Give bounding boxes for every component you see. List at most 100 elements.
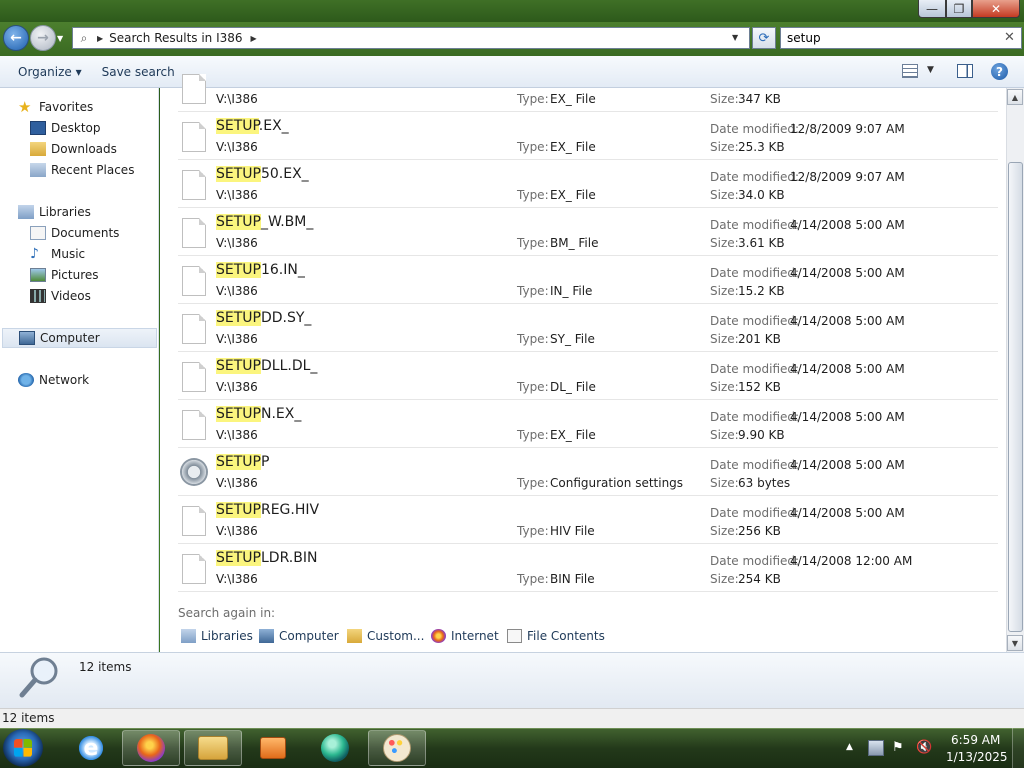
search-again-file-contents[interactable]: File Contents [507,627,605,645]
sidebar-item-libraries[interactable]: Libraries [18,202,91,222]
volume-muted-icon[interactable]: 🔇 [916,740,932,756]
music-icon: ♪ [30,246,39,262]
file-name: SETUPREG.HIV [216,502,320,518]
title-bar [0,0,1024,22]
address-dropdown-icon[interactable]: ▼ [732,33,738,42]
taskbar-firefox[interactable] [122,730,180,766]
size-label: Size: [710,284,739,298]
show-desktop-button[interactable] [1012,728,1024,768]
type-label: Type: [517,476,549,490]
sidebar-item-network[interactable]: Network [18,370,89,390]
recent-pages-dropdown[interactable]: ▼ [57,34,63,43]
file-path: V:\I386 [216,524,258,538]
search-input[interactable] [787,31,997,45]
taskbar-paint[interactable] [368,730,426,766]
file-name: SETUPLDR.BIN [216,550,318,566]
search-again-internet[interactable]: Internet [431,627,499,645]
type-label: Type: [517,332,549,346]
network-icon [18,373,34,387]
sidebar-item-computer[interactable]: Computer [2,328,157,348]
start-button[interactable] [3,729,43,767]
file-type: EX_ File [550,140,596,154]
type-label: Type: [517,236,549,250]
date-label: Date modified: [710,506,800,520]
taskbar-media-player[interactable] [244,730,302,766]
list-item[interactable]: V:\I386 Type: EX_ File Size: 347 KB [178,64,998,112]
type-label: Type: [517,188,549,202]
date-modified: 4/14/2008 12:00 AM [790,554,913,568]
sidebar-item-recent-places[interactable]: Recent Places [30,160,134,180]
taskbar-windows-explorer[interactable] [184,730,242,766]
sidebar-item-pictures[interactable]: Pictures [30,265,99,285]
maximize-button[interactable]: ❐ [946,0,972,18]
breadcrumb[interactable]: Search Results in I386 [109,31,242,45]
file-name: SETUP_W.BM_ [216,214,314,230]
list-item[interactable]: SETUPDLL.DL_ V:\I386 Type: DL_ File Date… [178,352,998,400]
size-label: Size: [710,188,739,202]
list-item[interactable]: SETUP50.EX_ V:\I386 Type: EX_ File Date … [178,160,998,208]
scroll-thumb[interactable] [1008,162,1023,632]
details-pane [0,652,1024,708]
back-button[interactable]: ← [3,25,29,51]
date-modified: 4/14/2008 5:00 AM [790,218,905,232]
size-label: Size: [710,92,739,106]
libraries-icon [181,629,196,643]
list-item[interactable]: SETUPLDR.BIN V:\I386 Type: BIN File Date… [178,544,998,592]
search-again-custom[interactable]: Custom... [347,627,424,645]
internet-explorer-icon: e [77,734,105,762]
clock-time[interactable]: 6:59 AM [951,733,1000,747]
action-center-icon[interactable] [868,740,884,756]
taskbar-internet-explorer[interactable]: e [62,730,120,766]
search-results-list: V:\I386 Type: EX_ File Size: 347 KB SETU… [160,74,1006,652]
list-item[interactable]: SETUPDD.SY_ V:\I386 Type: SY_ File Date … [178,304,998,352]
chevron-right-icon[interactable]: ▶ [97,34,103,43]
scroll-up-button[interactable]: ▲ [1007,89,1023,105]
clock-date[interactable]: 1/13/2025 [946,750,1008,764]
date-label: Date modified: [710,314,800,328]
globe-icon [321,734,349,762]
save-search-button[interactable]: Save search [92,65,185,79]
clear-search-icon[interactable]: ✕ [1004,30,1015,45]
scroll-down-button[interactable]: ▼ [1007,635,1023,651]
search-again-libraries[interactable]: Libraries [181,627,253,645]
sidebar-item-desktop[interactable]: Desktop [30,118,101,138]
file-icon [182,506,206,536]
file-icon [182,170,206,200]
file-type: BIN File [550,572,595,586]
pictures-icon [30,268,46,282]
list-item[interactable]: SETUP.EX_ V:\I386 Type: EX_ File Date mo… [178,112,998,160]
type-label: Type: [517,380,549,394]
file-size: 152 KB [738,380,781,394]
sidebar-item-downloads[interactable]: Downloads [30,139,117,159]
list-item[interactable]: SETUP16.IN_ V:\I386 Type: IN_ File Date … [178,256,998,304]
sidebar-item-videos[interactable]: Videos [30,286,91,306]
organize-button[interactable]: Organize ▾ [8,65,92,79]
flag-icon[interactable]: ⚑ [892,740,908,756]
size-label: Size: [710,380,739,394]
chevron-right-icon[interactable]: ▶ [251,34,257,43]
file-icon [182,218,206,248]
videos-icon [30,289,46,303]
date-modified: 4/14/2008 5:00 AM [790,458,905,472]
sidebar-item-documents[interactable]: Documents [30,223,119,243]
media-player-icon [260,737,286,759]
search-box[interactable] [780,27,1022,49]
sidebar-item-music[interactable]: ♪ Music [30,244,85,264]
address-bar[interactable]: ⌕ ▶ Search Results in I386 ▶ [72,27,750,49]
show-hidden-icons[interactable]: ▲ [846,742,853,752]
star-icon: ★ [18,98,32,116]
list-item[interactable]: SETUPREG.HIV V:\I386 Type: HIV File Date… [178,496,998,544]
list-item[interactable]: SETUPP V:\I386 Type: Configuration setti… [178,448,998,496]
list-item[interactable]: SETUP_W.BM_ V:\I386 Type: BM_ File Date … [178,208,998,256]
search-again-computer[interactable]: Computer [259,627,339,645]
forward-button[interactable]: → [30,25,56,51]
file-name: SETUPN.EX_ [216,406,302,422]
close-button[interactable]: ✕ [972,0,1020,18]
refresh-button[interactable]: ⟳ [752,27,776,49]
file-path: V:\I386 [216,428,258,442]
list-item[interactable]: SETUPN.EX_ V:\I386 Type: EX_ File Date m… [178,400,998,448]
taskbar-network-app[interactable] [306,730,364,766]
sidebar-item-favorites[interactable]: ★ Favorites [18,97,93,117]
minimize-button[interactable]: — [918,0,946,18]
date-modified: 4/14/2008 5:00 AM [790,362,905,376]
